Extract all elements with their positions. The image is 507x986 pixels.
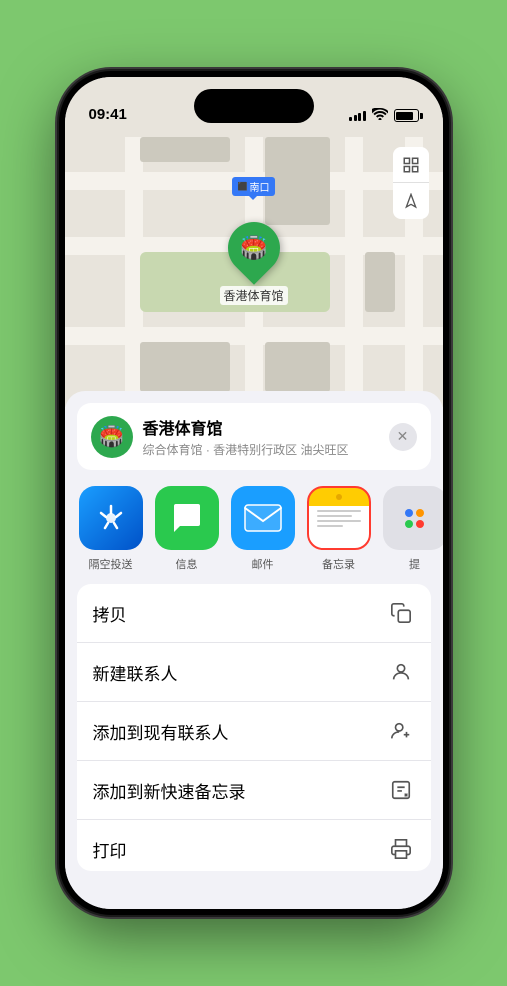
action-add-quick-note[interactable]: 添加到新快速备忘录 [77, 761, 431, 820]
venue-card: 🏟️ 香港体育馆 综合体育馆 · 香港特别行政区 油尖旺区 ✕ [77, 403, 431, 470]
messages-label: 信息 [176, 556, 198, 572]
notes-icon [307, 486, 371, 550]
location-button[interactable] [393, 183, 429, 219]
signal-bar-4 [363, 111, 366, 121]
action-list: 拷贝 新建联系人 [77, 584, 431, 871]
venue-description: 综合体育馆 · 香港特别行政区 油尖旺区 [143, 441, 379, 458]
phone-screen: 09:41 [65, 77, 443, 909]
venue-icon: 🏟️ [91, 416, 133, 458]
stadium-map-label: 香港体育馆 [219, 286, 287, 305]
share-item-airdrop[interactable]: 隔空投送 [79, 486, 143, 572]
share-item-messages[interactable]: 信息 [155, 486, 219, 572]
stadium-pin: 🏟️ [217, 211, 291, 285]
venue-close-button[interactable]: ✕ [389, 423, 417, 451]
action-print[interactable]: 打印 [77, 820, 431, 871]
more-label: 提 [409, 556, 420, 572]
quick-note-icon [387, 776, 415, 804]
signal-bar-2 [354, 115, 357, 121]
signal-bar-1 [349, 117, 352, 121]
more-icon [383, 486, 443, 550]
share-item-more[interactable]: 提 [383, 486, 443, 572]
status-icons [349, 108, 419, 125]
dynamic-island [194, 89, 314, 123]
venue-info: 香港体育馆 综合体育馆 · 香港特别行政区 油尖旺区 [143, 415, 379, 458]
map-view-button[interactable] [393, 147, 429, 183]
action-copy-label: 拷贝 [93, 601, 127, 626]
stadium-icon: 🏟️ [240, 235, 267, 261]
wifi-icon [372, 108, 388, 123]
action-copy[interactable]: 拷贝 [77, 584, 431, 643]
airdrop-icon [79, 486, 143, 550]
bottom-sheet: 🏟️ 香港体育馆 综合体育馆 · 香港特别行政区 油尖旺区 ✕ [65, 391, 443, 909]
share-item-notes[interactable]: 备忘录 [307, 486, 371, 572]
action-quick-note-label: 添加到新快速备忘录 [93, 778, 246, 803]
person-add-icon [387, 717, 415, 745]
signal-bars-icon [349, 111, 366, 121]
print-icon [387, 835, 415, 863]
action-add-existing-contact[interactable]: 添加到现有联系人 [77, 702, 431, 761]
person-icon [387, 658, 415, 686]
battery-fill [396, 112, 413, 120]
map-building [265, 342, 330, 392]
nankou-label: ⬛ 南口 [232, 177, 276, 196]
action-new-contact-label: 新建联系人 [93, 660, 178, 685]
stadium-marker: 🏟️ 香港体育馆 [219, 222, 287, 305]
status-time: 09:41 [89, 106, 127, 125]
copy-icon [387, 599, 415, 627]
map-building [140, 137, 230, 162]
action-print-label: 打印 [93, 837, 127, 862]
notes-label: 备忘录 [322, 556, 355, 572]
share-row: 隔空投送 信息 [65, 478, 443, 580]
action-add-existing-label: 添加到现有联系人 [93, 719, 229, 744]
map-building [365, 252, 395, 312]
messages-icon [155, 486, 219, 550]
airdrop-label: 隔空投送 [89, 556, 133, 572]
nankou-text: 南口 [249, 179, 269, 194]
mail-icon [231, 486, 295, 550]
share-item-mail[interactable]: 邮件 [231, 486, 295, 572]
action-new-contact[interactable]: 新建联系人 [77, 643, 431, 702]
signal-bar-3 [358, 113, 361, 121]
venue-name: 香港体育馆 [143, 415, 379, 439]
phone-frame: 09:41 [59, 71, 449, 915]
battery-icon [394, 109, 419, 122]
map-controls [393, 147, 429, 219]
map-building [140, 342, 230, 392]
mail-label: 邮件 [252, 556, 274, 572]
